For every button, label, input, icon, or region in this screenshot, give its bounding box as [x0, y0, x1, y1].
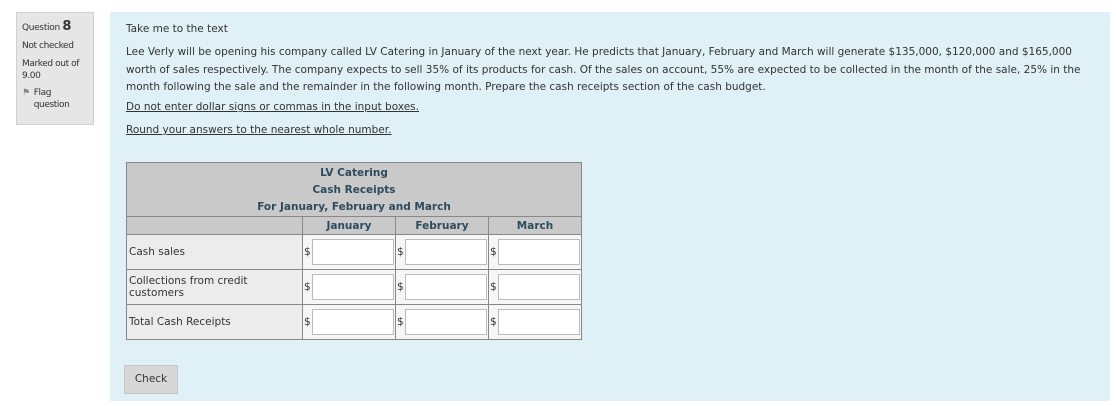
row-label-cash-sales: Cash sales	[126, 234, 303, 270]
collections-february-input[interactable]	[405, 274, 487, 300]
instruction-rounding: Round your answers to the nearest whole …	[126, 124, 392, 136]
cash-receipts-table: LV Catering Cash Receipts For January, F…	[126, 162, 582, 340]
flag-icon[interactable]: ⚑	[22, 87, 34, 111]
dollar-sign: $	[397, 281, 404, 293]
cash-sales-february-input[interactable]	[405, 239, 487, 265]
collections-january-input[interactable]	[312, 274, 394, 300]
question-number-value: 8	[62, 19, 72, 34]
check-button[interactable]: Check	[124, 365, 178, 394]
total-february-input[interactable]	[405, 309, 487, 335]
table-header: LV Catering Cash Receipts For January, F…	[126, 162, 582, 217]
dollar-sign: $	[304, 281, 311, 293]
question-grade: Marked out of 9.00	[22, 59, 80, 81]
column-header-february: February	[395, 216, 489, 235]
cash-sales-march-input[interactable]	[498, 239, 580, 265]
dollar-sign: $	[490, 246, 497, 258]
question-label: Question	[22, 23, 60, 33]
total-march-input[interactable]	[498, 309, 580, 335]
question-info-panel: Question 8 Not checked Marked out of 9.0…	[16, 12, 94, 125]
table-row: Collections from credit customers $ $ $	[126, 269, 582, 305]
dollar-sign: $	[490, 316, 497, 328]
row-label-total: Total Cash Receipts	[126, 304, 303, 340]
flag-label[interactable]: Flag question	[34, 87, 88, 111]
flag-question[interactable]: ⚑ Flag question	[22, 87, 88, 111]
dollar-sign: $	[490, 281, 497, 293]
question-content: Take me to the text Lee Verly will be op…	[110, 12, 1110, 401]
dollar-sign: $	[304, 316, 311, 328]
total-january-input[interactable]	[312, 309, 394, 335]
instruction-no-dollar-signs: Do not enter dollar signs or commas in t…	[126, 101, 419, 113]
row-label-collections: Collections from credit customers	[126, 269, 303, 305]
column-header-march: March	[488, 216, 582, 235]
table-row: Cash sales $ $ $	[126, 234, 582, 270]
table-row: Total Cash Receipts $ $ $	[126, 304, 582, 340]
collections-march-input[interactable]	[498, 274, 580, 300]
column-header-january: January	[302, 216, 396, 235]
cash-sales-january-input[interactable]	[312, 239, 394, 265]
table-company: LV Catering	[320, 166, 388, 179]
dollar-sign: $	[304, 246, 311, 258]
question-number: Question 8	[22, 19, 88, 34]
table-title: Cash Receipts	[312, 183, 396, 196]
question-state: Not checked	[22, 41, 74, 51]
dollar-sign: $	[397, 316, 404, 328]
question-text: Lee Verly will be opening his company ca…	[126, 46, 1081, 93]
column-header-blank	[126, 216, 303, 235]
take-me-to-text-link[interactable]: Take me to the text	[126, 23, 228, 35]
table-period: For January, February and March	[257, 200, 451, 213]
dollar-sign: $	[397, 246, 404, 258]
